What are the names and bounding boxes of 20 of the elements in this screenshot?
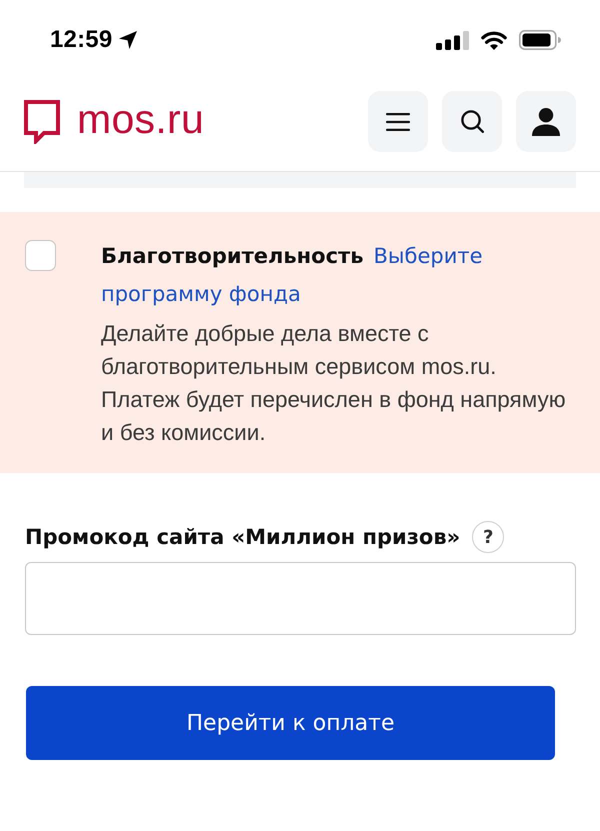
- search-icon: [460, 110, 484, 133]
- help-button[interactable]: ?: [472, 521, 504, 553]
- menu-button[interactable]: [368, 91, 428, 152]
- location-arrow-icon: [118, 30, 138, 50]
- promo-code-field[interactable]: [25, 562, 576, 635]
- charity-heading[interactable]: Благотворительность Выберите программу фонда: [101, 237, 571, 313]
- charity-description: Делайте добрые дела вместе с благотворительным сервисом mos.ru. Платеж будет перечислен в фонд напрямую и без комиссии.: [101, 320, 567, 447]
- menu-icon: [386, 112, 410, 130]
- promo-code-label: Промокод сайта «Миллион призов»: [25, 525, 460, 549]
- profile-button[interactable]: [516, 91, 576, 152]
- pay-button[interactable]: Перейти к оплате: [26, 686, 555, 760]
- site-logo[interactable]: mos.ru: [77, 99, 204, 144]
- signal-icon: [436, 30, 469, 50]
- search-button[interactable]: [442, 91, 502, 152]
- user-icon: [532, 108, 560, 136]
- battery-icon: [519, 30, 561, 50]
- status-time: 12:59: [50, 26, 112, 54]
- logo-icon[interactable]: [24, 100, 60, 144]
- wifi-icon: [481, 30, 507, 50]
- charity-checkbox[interactable]: [25, 240, 56, 271]
